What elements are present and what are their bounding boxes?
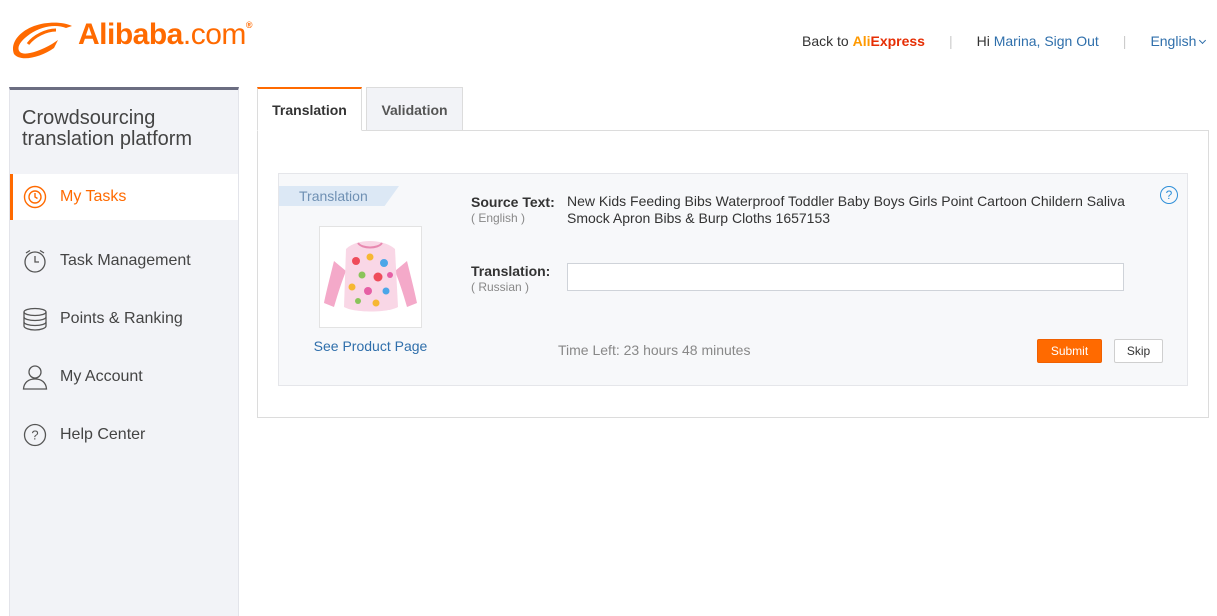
tasks-icon [22,184,48,210]
brand-tld: .com [182,18,247,51]
nav-separator: | [1122,33,1127,49]
nav-separator: | [948,33,953,49]
task-tabs: Translation Validation [257,87,463,131]
product-thumbnail[interactable] [319,226,422,328]
clock-icon [22,248,48,274]
coins-icon [22,306,48,332]
tab-validation[interactable]: Validation [366,87,463,131]
sidebar-item-label: Task Management [60,252,191,269]
skip-button[interactable]: Skip [1114,339,1163,363]
submit-button[interactable]: Submit [1037,339,1102,363]
sidebar-item-label: Help Center [60,426,146,443]
aliexpress-express: Express [870,33,925,49]
sidebar-item-my-account[interactable]: My Account [10,348,238,406]
platform-title: Crowdsourcing translation platform [22,107,193,150]
language-label: English [1150,33,1197,49]
name-comma: , [1036,33,1041,49]
alibaba-logo[interactable]: Alibaba.com® [8,14,260,64]
translation-input[interactable] [567,263,1124,291]
language-selector[interactable]: English [1150,33,1207,49]
top-navigation: Back to AliExpress | Hi Marina, Sign Out… [802,33,1207,49]
registered-mark: ® [245,20,253,30]
time-left: Time Left: 23 hours 48 minutes [558,342,751,358]
task-card: Translation See Product Page Source Text… [278,173,1188,386]
see-product-page-link[interactable]: See Product Page [279,338,462,354]
greeting-prefix: Hi [976,33,994,49]
sidebar-item-label: Points & Ranking [60,310,183,327]
sidebar-item-help-center[interactable]: ? Help Center [10,406,238,464]
sidebar-item-task-management[interactable]: Task Management [10,232,238,290]
task-type-ribbon: Translation [279,186,399,206]
help-icon: ? [22,422,48,448]
chevron-down-icon [1199,36,1207,45]
back-to-aliexpress-link[interactable]: Back to AliExpress [802,33,925,49]
help-icon[interactable]: ? [1160,186,1178,204]
user-icon [22,364,48,390]
sign-out-link[interactable]: Sign Out [1044,33,1098,49]
translation-label: Translation: [471,263,551,279]
user-name-link[interactable]: Marina [994,33,1037,49]
aliexpress-ali: Ali [852,33,871,49]
translation-language: ( Russian ) [471,280,530,294]
source-text-label: Source Text: [471,194,555,210]
brand-name: Alibaba [78,18,183,51]
product-image-bib [320,227,421,327]
sidebar-item-label: My Account [60,368,143,385]
source-language: ( English ) [471,211,526,225]
greeting: Hi Marina, Sign Out [977,33,1099,49]
svg-text:?: ? [31,428,38,443]
alibaba-smile-icon [12,22,73,59]
sidebar-item-points-ranking[interactable]: Points & Ranking [10,290,238,348]
sidebar-item-my-tasks[interactable]: My Tasks [10,174,238,220]
sidebar-item-label: My Tasks [60,188,127,205]
sidebar: Crowdsourcing translation platform My Ta… [9,87,239,616]
tab-translation[interactable]: Translation [257,87,362,131]
back-prefix: Back to [802,33,853,49]
task-panel: Translation See Product Page Source Text… [257,130,1209,418]
source-text: New Kids Feeding Bibs Waterproof Toddler… [567,193,1125,226]
